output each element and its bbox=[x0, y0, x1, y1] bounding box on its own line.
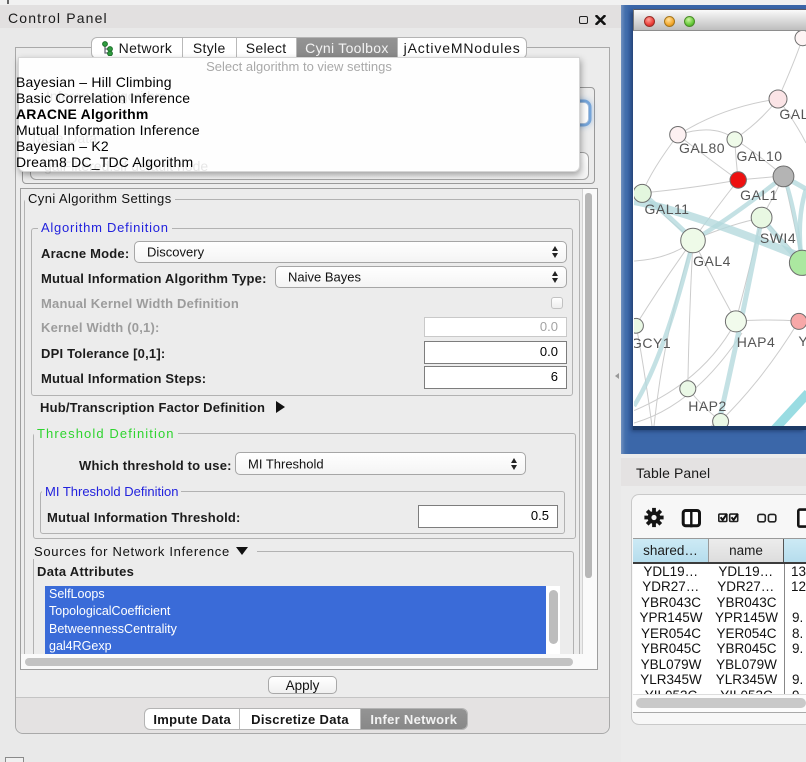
svg-text:GCY1: GCY1 bbox=[634, 335, 671, 351]
svg-text:GAL4: GAL4 bbox=[693, 253, 731, 269]
svg-text:HAP4: HAP4 bbox=[737, 334, 776, 350]
svg-text:GAL1: GAL1 bbox=[740, 187, 778, 203]
svg-text:GAL11: GAL11 bbox=[644, 201, 689, 217]
svg-text:GAL10: GAL10 bbox=[736, 148, 782, 164]
svg-text:SWI4: SWI4 bbox=[760, 230, 796, 246]
svg-text:GAL7: GAL7 bbox=[779, 106, 806, 122]
svg-text:Y: Y bbox=[798, 333, 806, 349]
svg-text:HAP2: HAP2 bbox=[688, 398, 727, 414]
svg-text:GAL80: GAL80 bbox=[679, 140, 725, 156]
